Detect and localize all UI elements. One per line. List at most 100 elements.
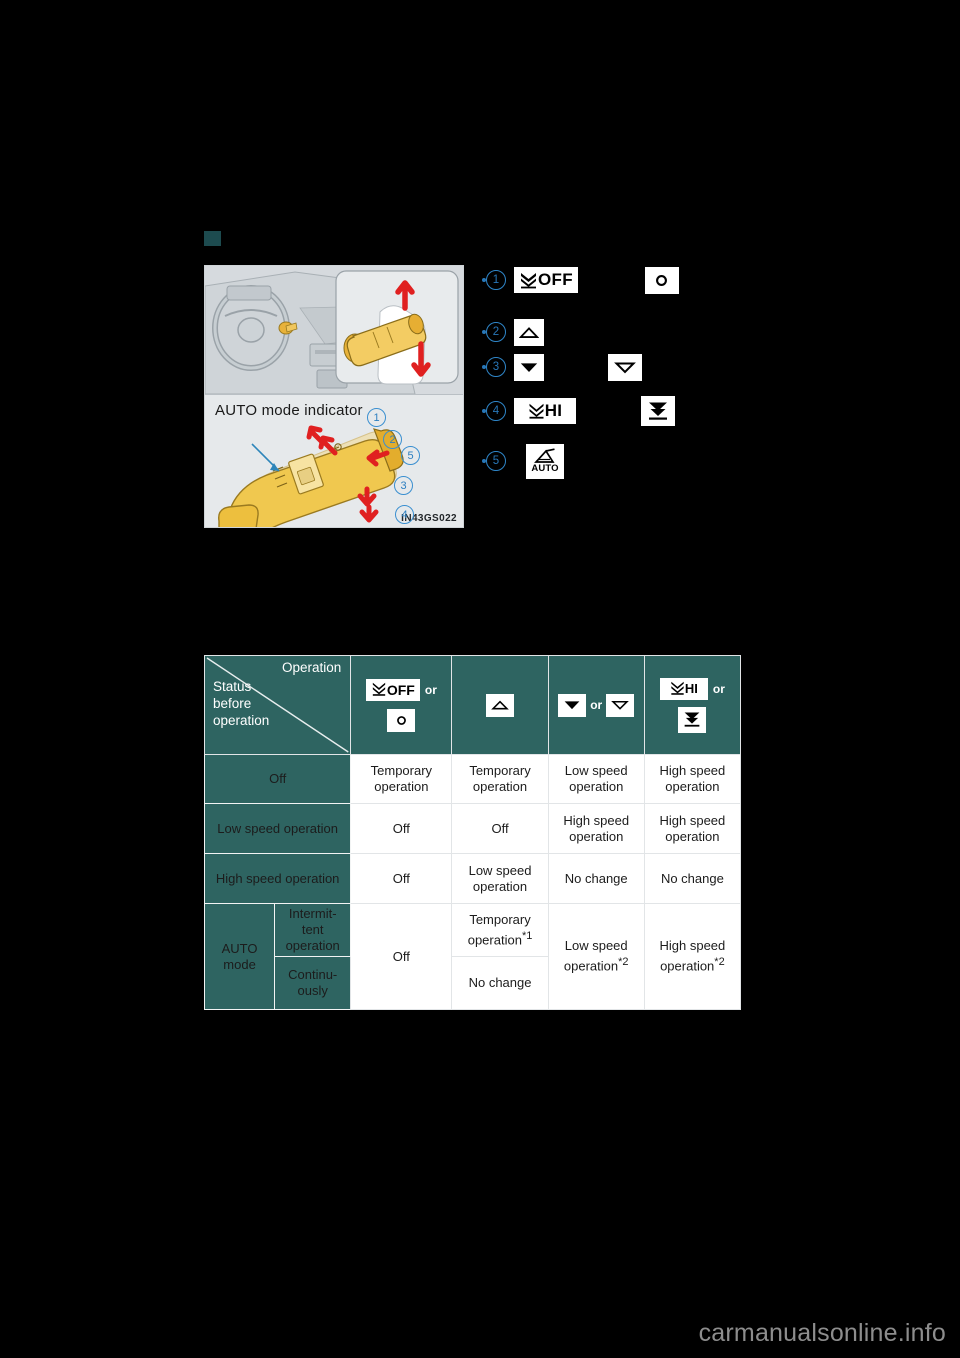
wiper-off-icon: OFF xyxy=(514,267,578,293)
dot-glyph xyxy=(656,274,668,286)
footnote-marker-2: *2 xyxy=(618,956,629,969)
table-cell: Low speed operation xyxy=(547,754,645,804)
table-row-label-intermittent: Intermit- tent operation xyxy=(274,903,352,957)
table-cell: Off xyxy=(350,803,453,854)
wiper-hi-glyph xyxy=(671,681,684,695)
table-or-label-down: or xyxy=(590,698,603,712)
table-row-label-off: Off xyxy=(203,754,352,804)
double-chevron-down-icon xyxy=(641,396,675,426)
table-cell: No change xyxy=(547,853,645,904)
legend-number-2: 2 xyxy=(486,322,506,342)
double-chevron-down-icon xyxy=(678,706,707,733)
footnote-marker-1: *1 xyxy=(521,929,533,942)
watermark: carmanualsonline.info xyxy=(698,1319,946,1347)
table-cell: Off xyxy=(350,903,453,1010)
table-row: High speed operation Off Low speed opera… xyxy=(203,853,742,904)
table-cell: Temporary operation xyxy=(451,754,549,804)
legend-number-4: 4 xyxy=(486,401,506,421)
wiper-hi-icon: HI xyxy=(514,398,576,424)
triangle-down-outline-glyph xyxy=(614,362,636,373)
table-cell: No change xyxy=(643,853,742,904)
table-status-line-3: operation xyxy=(213,713,270,728)
table-row-label-high-speed: High speed operation xyxy=(203,853,352,904)
table-cell: Off xyxy=(350,853,453,904)
triangle-down-filled-icon xyxy=(558,693,587,717)
legend-item-4: 4 HI xyxy=(486,396,675,426)
table-operation-label: Operation xyxy=(281,660,342,675)
table-or-label-hi: or xyxy=(712,681,725,696)
dot-icon xyxy=(387,708,416,732)
table-cell: High speed operation xyxy=(547,803,645,854)
table-cell: Off xyxy=(451,803,549,854)
triangle-up-outline-icon xyxy=(514,318,544,346)
table-cell: High speed operation*2 xyxy=(643,903,742,1010)
continuously-line-1: Continu- xyxy=(288,967,338,982)
triangle-up-outline-icon xyxy=(486,693,515,717)
dashboard-drawing xyxy=(205,266,463,394)
dot-glyph xyxy=(396,715,406,725)
legend-number-5: 5 xyxy=(486,451,506,471)
triangle-down-filled-glyph xyxy=(520,362,538,372)
table-status-label: Status before operation xyxy=(213,678,269,729)
wiper-hi-glyph xyxy=(529,403,544,419)
figure-callout-5: 5 xyxy=(401,446,420,465)
wiper-auto-glyph xyxy=(534,448,555,463)
intermittent-line-3: operation xyxy=(285,938,340,953)
triangle-up-outline-glyph xyxy=(491,700,509,710)
legend-item-5: 5 AUTO xyxy=(486,443,564,479)
triangle-down-outline-glyph xyxy=(611,700,630,710)
legend-text-hi: HI xyxy=(544,401,563,420)
table-cell: High speed operation xyxy=(643,803,742,854)
legend-text-auto: AUTO xyxy=(531,463,559,474)
table-col-hi-text: HI xyxy=(684,680,698,696)
wiper-off-glyph xyxy=(521,272,536,288)
table-row: AUTO mode Intermit- tent operation Off T… xyxy=(203,903,742,1010)
table-col-header-down: or xyxy=(547,655,645,755)
page-root: AUTO mode indicator IN43GS022 1 2 5 3 4 … xyxy=(0,0,960,1358)
auto-mode-line-1: AUTO xyxy=(221,940,258,956)
wiper-off-glyph xyxy=(372,682,386,696)
intermittent-line-2: tent xyxy=(301,922,324,937)
figure-lever-view: AUTO mode indicator IN43GS022 1 2 5 3 4 xyxy=(205,395,463,527)
table-row: Off Temporary operation Temporary operat… xyxy=(203,754,742,804)
continuously-line-2: ously xyxy=(297,983,328,998)
table-col-header-up xyxy=(451,655,549,755)
figure-illustration: AUTO mode indicator IN43GS022 1 2 5 3 4 xyxy=(204,265,464,528)
table-col-header-off: OFF or xyxy=(350,655,453,755)
table-cell: Temporary operation*1 xyxy=(451,903,549,957)
table-or-label-off: or xyxy=(424,682,437,697)
intermittent-line-1: Intermit- xyxy=(288,906,337,921)
legend-number-1: 1 xyxy=(486,270,506,290)
table-row-label-low-speed: Low speed operation xyxy=(203,803,352,854)
triangle-down-filled-icon xyxy=(514,353,544,381)
table-col-header-hi: HI or xyxy=(643,655,742,755)
dot-icon xyxy=(644,266,679,294)
figure-callout-3: 3 xyxy=(394,476,413,495)
table-cell: Low speed operation*2 xyxy=(547,903,645,1010)
wiper-hi-icon: HI xyxy=(659,677,708,700)
legend-item-3: 3 xyxy=(486,353,642,381)
auto-mode-indicator-label: AUTO mode indicator xyxy=(215,402,363,419)
double-chevron-down-glyph xyxy=(685,712,700,727)
table-row: Low speed operation Off Off High speed o… xyxy=(203,803,742,854)
triangle-down-outline-icon xyxy=(606,693,635,717)
table-cell: Low speed operation xyxy=(451,853,549,904)
table-cell: High speed operation xyxy=(643,754,742,804)
wiper-auto-icon: AUTO xyxy=(526,443,564,479)
table-header-row: Operation Status before operation OFF or… xyxy=(203,655,742,755)
figure-callout-2: 2 xyxy=(383,430,402,449)
legend-text-off: OFF xyxy=(538,270,573,289)
table-row-label-auto-mode: AUTO mode xyxy=(203,903,276,1010)
table-status-line-1: Status xyxy=(213,679,252,694)
footnote-marker-2b: *2 xyxy=(714,956,725,969)
table-cell: No change xyxy=(451,956,549,1010)
table-corner-cell: Operation Status before operation xyxy=(203,655,352,755)
figure-callout-4: 4 xyxy=(395,505,414,524)
table-row-label-continuously: Continu- ously xyxy=(274,956,352,1010)
section-bullet xyxy=(204,231,221,246)
figure-callout-1: 1 xyxy=(367,408,386,427)
table-col-off-text: OFF xyxy=(386,681,415,698)
table-cell: Temporary operation xyxy=(350,754,453,804)
table-status-line-2: before xyxy=(213,696,252,711)
legend-item-2: 2 xyxy=(486,318,544,346)
